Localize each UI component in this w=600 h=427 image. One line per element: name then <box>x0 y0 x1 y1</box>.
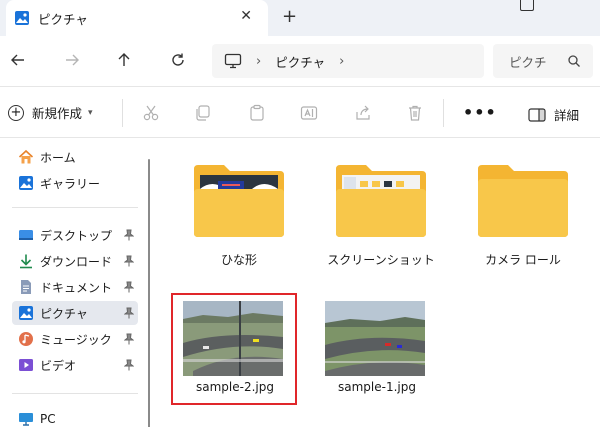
back-icon[interactable] <box>8 50 28 70</box>
plus-icon: + <box>8 104 24 121</box>
pin-icon[interactable] <box>124 255 134 267</box>
copy-icon[interactable] <box>194 104 212 122</box>
file-name: カメラ ロール <box>485 253 561 267</box>
download-icon <box>20 254 32 269</box>
sidebar-item-label: PC <box>40 412 56 426</box>
folder-item[interactable]: ひな形 <box>177 153 301 273</box>
more-options-icon[interactable]: ••• <box>463 103 497 122</box>
sidebar-item-label: デスクトップ <box>40 228 113 243</box>
file-name: sample-2.jpg <box>196 380 274 394</box>
new-tab-button[interactable]: + <box>282 6 297 27</box>
music-icon <box>19 332 33 346</box>
desktop-icon <box>19 230 33 240</box>
details-button-label: 詳細 <box>554 108 580 123</box>
sidebar-item-videos[interactable]: ビデオ <box>12 353 138 377</box>
pin-icon[interactable] <box>124 281 134 293</box>
title-bar: ピクチャ ✕ + <box>0 0 600 36</box>
pin-icon[interactable] <box>124 229 134 241</box>
sidebar-item-home[interactable]: ホーム <box>12 145 138 169</box>
gallery-icon <box>19 176 33 190</box>
pin-icon[interactable] <box>124 359 134 371</box>
race-track-photo <box>325 301 425 376</box>
tab-title: ピクチャ <box>38 11 88 27</box>
folder-item[interactable]: カメラ ロール <box>461 153 585 273</box>
monitor-icon <box>224 53 242 69</box>
chevron-right-icon[interactable]: › <box>339 54 344 69</box>
file-name: ひな形 <box>220 253 257 267</box>
sidebar-item-label: ダウンロード <box>40 254 113 269</box>
sidebar-item-pc[interactable]: PC <box>12 407 138 427</box>
tab-pictures[interactable]: ピクチャ ✕ <box>6 0 268 36</box>
document-icon <box>21 280 31 294</box>
sidebar-item-label: ビデオ <box>40 358 77 373</box>
breadcrumb-pictures[interactable]: ピクチャ <box>275 52 325 71</box>
race-track-photo <box>183 301 283 376</box>
search-input[interactable]: ピクチ <box>493 44 593 78</box>
maximize-icon[interactable] <box>520 0 534 11</box>
file-name: スクリーンショット <box>327 253 435 267</box>
search-icon <box>568 55 580 67</box>
new-button-label: 新規作成 <box>32 106 83 121</box>
search-placeholder: ピクチ <box>509 54 547 70</box>
image-item[interactable]: sample-2.jpg <box>173 295 297 403</box>
sidebar-item-documents[interactable]: ドキュメント <box>12 275 138 299</box>
chevron-down-icon: ▾ <box>88 107 93 118</box>
folder-icon <box>194 165 284 237</box>
sidebar-item-downloads[interactable]: ダウンロード <box>12 249 138 273</box>
sidebar-item-label: ホーム <box>40 150 76 165</box>
sidebar-item-label: ミュージック <box>40 332 112 347</box>
pin-icon[interactable] <box>124 333 134 345</box>
close-icon[interactable]: ✕ <box>240 8 252 24</box>
sidebar-item-label: ドキュメント <box>40 280 113 295</box>
file-name: sample-1.jpg <box>338 380 416 394</box>
forward-icon[interactable] <box>62 50 82 70</box>
pc-icon <box>19 413 33 426</box>
navigation-pane: ホーム ギャラリー デスクトップ ダウンロード ドキュメント ピクチャ ミュージ… <box>0 139 146 427</box>
cut-icon[interactable] <box>142 104 160 122</box>
video-icon <box>19 359 33 371</box>
sidebar-scrollbar[interactable] <box>148 159 150 427</box>
folder-item[interactable]: スクリーンショット <box>319 153 443 273</box>
sidebar-item-gallery[interactable]: ギャラリー <box>12 171 138 195</box>
home-icon <box>18 149 34 164</box>
up-icon[interactable] <box>114 50 134 70</box>
new-button[interactable]: + 新規作成 ▾ <box>8 103 93 122</box>
image-item[interactable]: sample-1.jpg <box>315 295 439 403</box>
chevron-right-icon: › <box>256 53 262 69</box>
paste-icon[interactable] <box>248 104 266 122</box>
toolbar-divider <box>122 99 123 127</box>
delete-icon[interactable] <box>406 104 424 122</box>
share-icon[interactable] <box>354 104 372 122</box>
toolbar-divider <box>443 99 444 127</box>
details-button[interactable]: 詳細 <box>528 105 579 124</box>
sidebar-item-label: ギャラリー <box>40 176 101 191</box>
folder-icon <box>336 165 426 237</box>
command-bar: + 新規作成 ▾ ••• 詳細 <box>0 86 600 138</box>
navigation-bar: › ピクチャ › ピクチ <box>0 36 600 86</box>
sidebar-divider <box>12 393 138 394</box>
refresh-icon[interactable] <box>168 50 188 70</box>
address-bar[interactable]: › ピクチャ › <box>212 44 484 78</box>
sidebar-item-pictures[interactable]: ピクチャ <box>12 301 138 325</box>
sidebar-item-music[interactable]: ミュージック <box>12 327 138 351</box>
rename-icon[interactable] <box>300 104 318 122</box>
sidebar-item-desktop[interactable]: デスクトップ <box>12 223 138 247</box>
pictures-icon <box>19 306 33 320</box>
folder-icon <box>478 165 568 237</box>
details-pane-icon <box>528 107 546 122</box>
pictures-icon <box>15 11 29 25</box>
pin-icon[interactable] <box>124 307 134 319</box>
file-list: ひな形 スクリーンショット カメラ ロール sample-2.jpg sampl… <box>155 139 600 427</box>
sidebar-item-label: ピクチャ <box>40 306 88 321</box>
sidebar-divider <box>12 207 138 208</box>
